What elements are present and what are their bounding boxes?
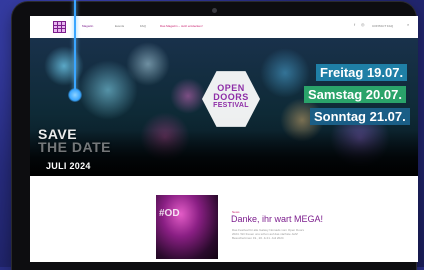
event-month: JULI 2024 [46, 161, 91, 171]
festival-logo-line3: FESTIVAL [213, 102, 249, 109]
top-navigation: Magazin Events FAQ Das Magazin – Jetzt e… [30, 16, 418, 38]
stage-light [126, 42, 170, 86]
facebook-icon[interactable]: f [354, 23, 358, 27]
post-excerpt: Das Festival für alle Galaxy Nomads vom … [232, 228, 305, 240]
post-thumbnail[interactable]: #OD [156, 195, 218, 259]
save-the-date-heading: SAVE THE DATE [38, 127, 111, 155]
date-friday: Freitag 19.07. [316, 64, 408, 81]
site-logo[interactable] [53, 21, 66, 33]
festival-logo-line2: DOORS [213, 92, 249, 102]
news-section: #OD News Danke, ihr wart MEGA! Das Festi… [30, 176, 418, 262]
save-the-date-line2: THE DATE [38, 139, 111, 155]
webcam-icon [212, 8, 217, 13]
hero-banner: OPEN DOORS FESTIVAL Freitag 19.07. Samst… [30, 38, 418, 176]
thumbnail-text: #OD [159, 208, 180, 219]
website-screen: Magazin Events FAQ Das Magazin – Jetzt e… [30, 16, 418, 262]
pointer-line [74, 0, 76, 92]
nav-link-promo[interactable]: Das Magazin – Jetzt entdecken! [160, 24, 203, 28]
nav-link-faq[interactable]: FAQ [140, 24, 146, 28]
cursor-highlight [68, 88, 82, 102]
nav-link-events[interactable]: Events [115, 24, 124, 28]
laptop-frame: Magazin Events FAQ Das Magazin – Jetzt e… [12, 2, 418, 270]
stage-light [260, 48, 310, 98]
instagram-icon[interactable]: ◎ [361, 23, 365, 27]
contact-link[interactable]: CONTACT FAQ [372, 24, 393, 28]
date-saturday: Samstag 20.07. [304, 86, 406, 103]
festival-logo: OPEN DOORS FESTIVAL [202, 84, 260, 110]
date-sunday: Sonntag 21.07. [310, 108, 410, 125]
nav-link-magazin[interactable]: Magazin [82, 24, 93, 28]
search-icon[interactable]: ⌕ [407, 23, 411, 27]
stage-light [170, 78, 206, 114]
stage-light [44, 46, 84, 86]
post-title[interactable]: Danke, ihr wart MEGA! [231, 214, 323, 224]
